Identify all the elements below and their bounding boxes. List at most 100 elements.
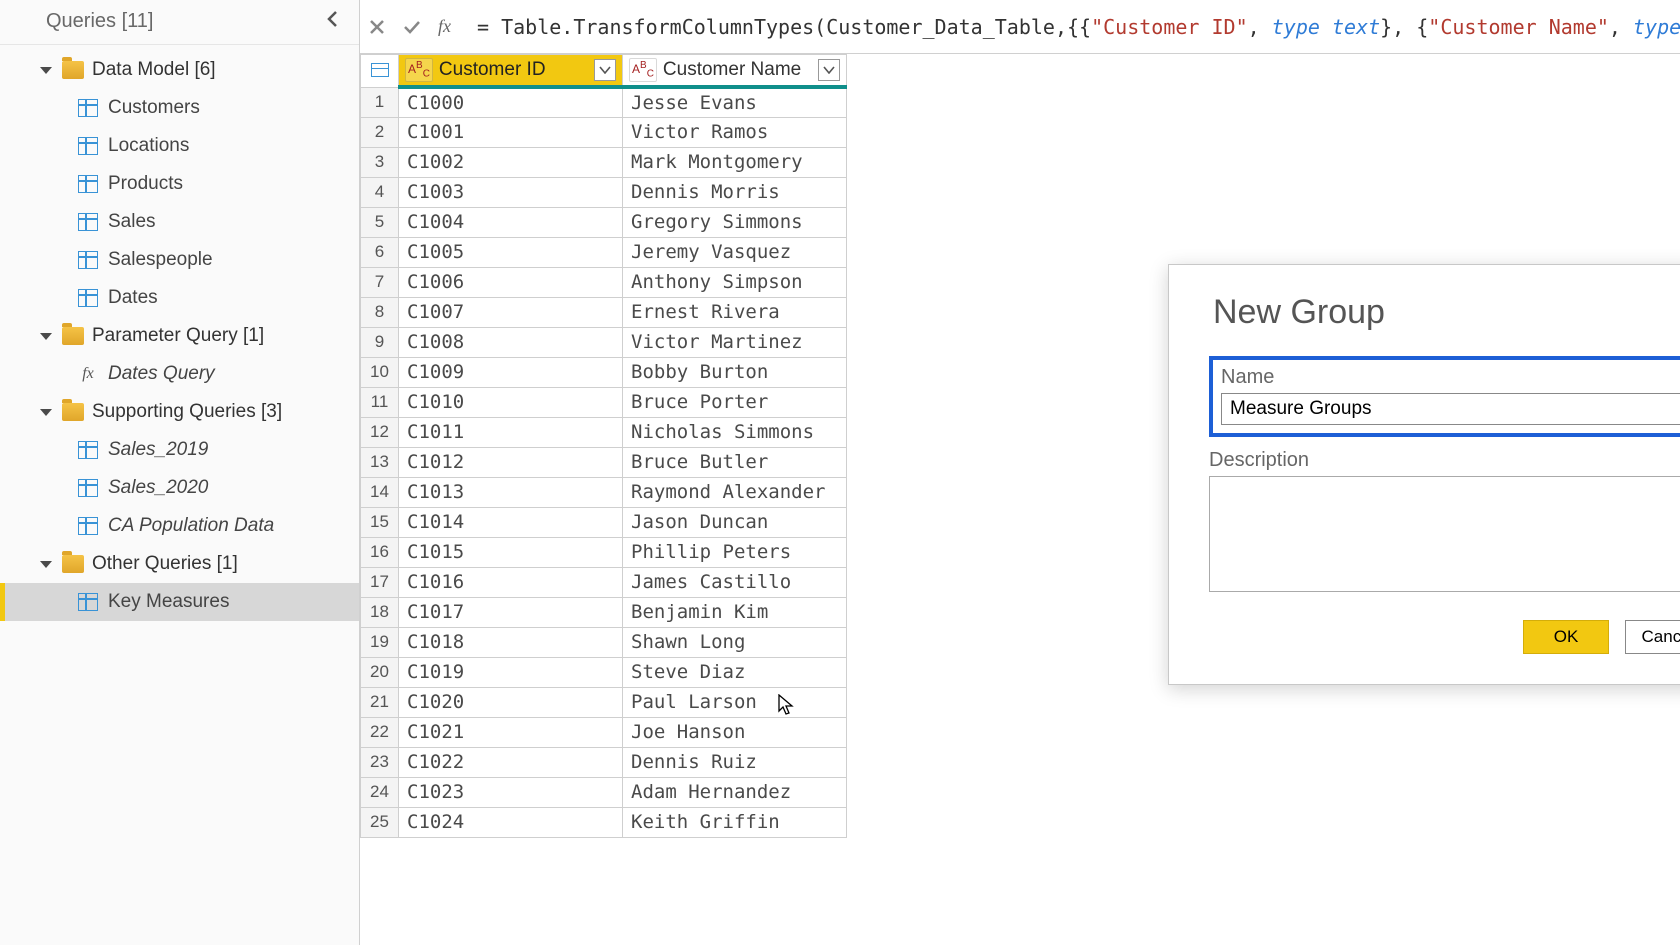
table-row[interactable]: 12C1011Nicholas Simmons [361, 417, 847, 447]
cell-customer-name[interactable]: Jesse Evans [623, 87, 847, 117]
cell-customer-name[interactable]: Mark Montgomery [623, 147, 847, 177]
cell-customer-id[interactable]: C1022 [399, 747, 623, 777]
cell-customer-name[interactable]: Ernest Rivera [623, 297, 847, 327]
row-number[interactable]: 21 [361, 687, 399, 717]
row-number[interactable]: 9 [361, 327, 399, 357]
cell-customer-name[interactable]: Steve Diaz [623, 657, 847, 687]
cell-customer-name[interactable]: Bruce Butler [623, 447, 847, 477]
grid-corner[interactable] [361, 55, 399, 88]
row-number[interactable]: 22 [361, 717, 399, 747]
tree-item[interactable]: fxDates Query [0, 355, 359, 393]
cell-customer-id[interactable]: C1011 [399, 417, 623, 447]
data-grid[interactable]: ABCCustomer IDABCCustomer Name1C1000Jess… [360, 54, 847, 838]
row-number[interactable]: 7 [361, 267, 399, 297]
table-row[interactable]: 18C1017Benjamin Kim [361, 597, 847, 627]
cell-customer-name[interactable]: James Castillo [623, 567, 847, 597]
cell-customer-id[interactable]: C1024 [399, 807, 623, 837]
tree-item[interactable]: Salespeople [0, 241, 359, 279]
tree-item[interactable]: Sales_2020 [0, 469, 359, 507]
cell-customer-id[interactable]: C1002 [399, 147, 623, 177]
table-row[interactable]: 4C1003Dennis Morris [361, 177, 847, 207]
cell-customer-name[interactable]: Victor Ramos [623, 117, 847, 147]
cell-customer-id[interactable]: C1013 [399, 477, 623, 507]
row-number[interactable]: 4 [361, 177, 399, 207]
row-number[interactable]: 1 [361, 87, 399, 117]
fx-icon[interactable]: fx [438, 16, 451, 37]
cell-customer-name[interactable]: Jeremy Vasquez [623, 237, 847, 267]
row-number[interactable]: 12 [361, 417, 399, 447]
cell-customer-id[interactable]: C1001 [399, 117, 623, 147]
row-number[interactable]: 6 [361, 237, 399, 267]
table-row[interactable]: 16C1015Phillip Peters [361, 537, 847, 567]
cell-customer-id[interactable]: C1017 [399, 597, 623, 627]
cell-customer-name[interactable]: Phillip Peters [623, 537, 847, 567]
cell-customer-name[interactable]: Benjamin Kim [623, 597, 847, 627]
tree-folder[interactable]: Other Queries [1] [0, 545, 359, 583]
row-number[interactable]: 18 [361, 597, 399, 627]
row-number[interactable]: 11 [361, 387, 399, 417]
table-row[interactable]: 23C1022Dennis Ruiz [361, 747, 847, 777]
table-row[interactable]: 19C1018Shawn Long [361, 627, 847, 657]
cell-customer-id[interactable]: C1020 [399, 687, 623, 717]
cell-customer-id[interactable]: C1000 [399, 87, 623, 117]
cell-customer-id[interactable]: C1018 [399, 627, 623, 657]
row-number[interactable]: 3 [361, 147, 399, 177]
cell-customer-name[interactable]: Gregory Simmons [623, 207, 847, 237]
cell-customer-id[interactable]: C1007 [399, 297, 623, 327]
cell-customer-name[interactable]: Raymond Alexander [623, 477, 847, 507]
cell-customer-id[interactable]: C1012 [399, 447, 623, 477]
table-row[interactable]: 3C1002Mark Montgomery [361, 147, 847, 177]
row-number[interactable]: 25 [361, 807, 399, 837]
table-row[interactable]: 7C1006Anthony Simpson [361, 267, 847, 297]
row-number[interactable]: 14 [361, 477, 399, 507]
cell-customer-id[interactable]: C1014 [399, 507, 623, 537]
cell-customer-id[interactable]: C1015 [399, 537, 623, 567]
row-number[interactable]: 5 [361, 207, 399, 237]
tree-item[interactable]: Key Measures [0, 583, 359, 621]
cell-customer-id[interactable]: C1008 [399, 327, 623, 357]
group-name-input[interactable] [1221, 393, 1680, 425]
cell-customer-name[interactable]: Victor Martinez [623, 327, 847, 357]
cell-customer-id[interactable]: C1009 [399, 357, 623, 387]
cell-customer-id[interactable]: C1003 [399, 177, 623, 207]
row-number[interactable]: 20 [361, 657, 399, 687]
tree-item[interactable]: Sales_2019 [0, 431, 359, 469]
row-number[interactable]: 19 [361, 627, 399, 657]
cell-customer-name[interactable]: Dennis Ruiz [623, 747, 847, 777]
table-row[interactable]: 10C1009Bobby Burton [361, 357, 847, 387]
table-row[interactable]: 14C1013Raymond Alexander [361, 477, 847, 507]
tree-item[interactable]: Locations [0, 127, 359, 165]
cell-customer-name[interactable]: Nicholas Simmons [623, 417, 847, 447]
cell-customer-name[interactable]: Bobby Burton [623, 357, 847, 387]
cell-customer-id[interactable]: C1016 [399, 567, 623, 597]
tree-item[interactable]: Sales [0, 203, 359, 241]
cell-customer-name[interactable]: Anthony Simpson [623, 267, 847, 297]
cell-customer-name[interactable]: Paul Larson [623, 687, 847, 717]
cell-customer-name[interactable]: Bruce Porter [623, 387, 847, 417]
cell-customer-name[interactable]: Dennis Morris [623, 177, 847, 207]
table-row[interactable]: 22C1021Joe Hanson [361, 717, 847, 747]
row-number[interactable]: 10 [361, 357, 399, 387]
tree-item[interactable]: Customers [0, 89, 359, 127]
cell-customer-id[interactable]: C1010 [399, 387, 623, 417]
column-filter-button[interactable] [594, 59, 616, 81]
tree-item[interactable]: Products [0, 165, 359, 203]
table-row[interactable]: 5C1004Gregory Simmons [361, 207, 847, 237]
column-filter-button[interactable] [818, 59, 840, 81]
row-number[interactable]: 8 [361, 297, 399, 327]
row-number[interactable]: 17 [361, 567, 399, 597]
row-number[interactable]: 23 [361, 747, 399, 777]
row-number[interactable]: 2 [361, 117, 399, 147]
group-description-input[interactable] [1209, 476, 1680, 592]
cell-customer-name[interactable]: Shawn Long [623, 627, 847, 657]
row-number[interactable]: 15 [361, 507, 399, 537]
cell-customer-name[interactable]: Joe Hanson [623, 717, 847, 747]
table-row[interactable]: 6C1005Jeremy Vasquez [361, 237, 847, 267]
ok-button[interactable]: OK [1523, 620, 1609, 654]
cell-customer-id[interactable]: C1019 [399, 657, 623, 687]
column-header[interactable]: ABCCustomer ID [399, 55, 623, 88]
row-number[interactable]: 13 [361, 447, 399, 477]
formula-commit-button[interactable] [402, 5, 422, 49]
table-row[interactable]: 13C1012Bruce Butler [361, 447, 847, 477]
table-row[interactable]: 24C1023Adam Hernandez [361, 777, 847, 807]
